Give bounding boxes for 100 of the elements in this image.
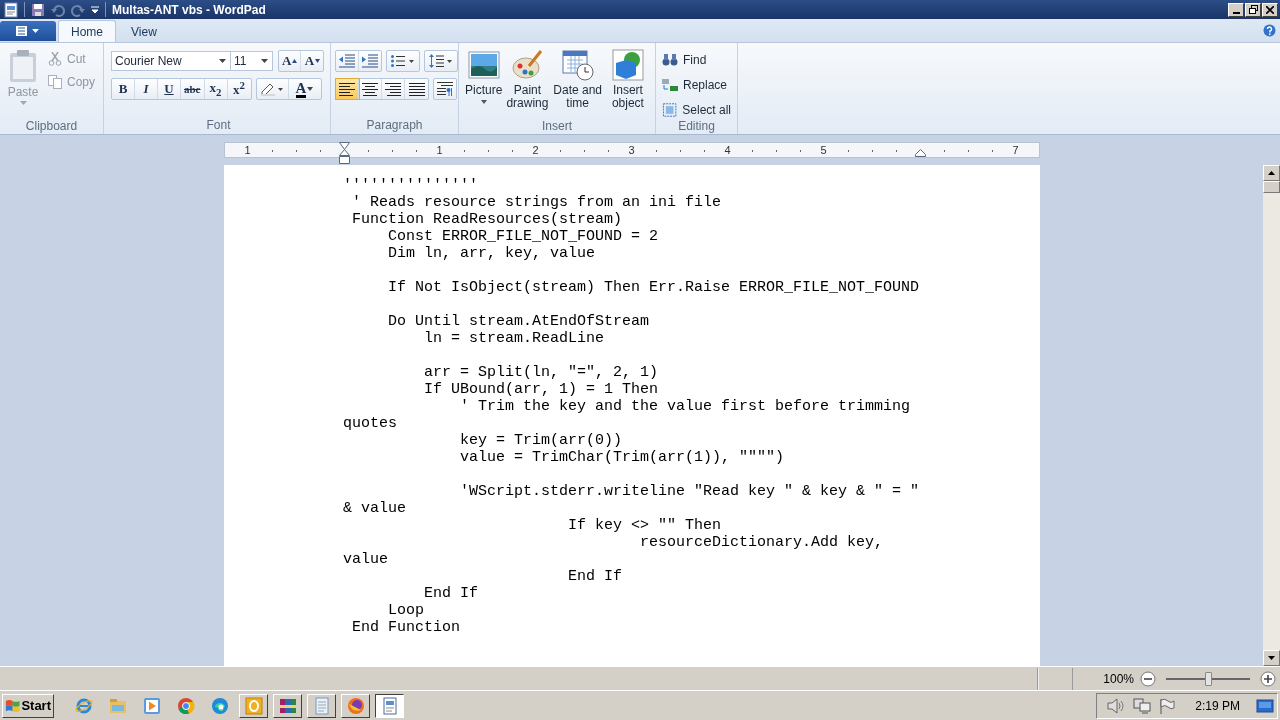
browser-icon: [74, 696, 93, 715]
clock: 2:19 PM: [1195, 698, 1240, 713]
notepad-icon: [312, 696, 331, 715]
vertical-scrollbar[interactable]: [1263, 165, 1280, 666]
code-line: quotes: [343, 415, 397, 432]
show-desktop-icon[interactable]: [1256, 697, 1274, 714]
browser-icon: [346, 696, 365, 715]
code-line: & value: [343, 500, 406, 517]
underline-button[interactable]: U: [158, 79, 181, 99]
subscript-button[interactable]: x$_{2}$: [204, 79, 228, 99]
insert-datetime-button[interactable]: Date and time: [550, 47, 605, 119]
code-line: ln = stream.ReadLine: [423, 330, 605, 347]
scissors-icon: [48, 51, 62, 66]
volume-icon[interactable]: [1107, 697, 1126, 714]
caret-icon: [19, 101, 27, 105]
restore-button[interactable]: [1245, 2, 1261, 17]
picture-icon: [467, 49, 500, 81]
edit-select-all-button[interactable]: Select all: [660, 100, 733, 119]
code-line: If Not IsObject(stream) Then Err.Raise ERROR_FILE_NOT_FOUND: [387, 279, 920, 296]
align-right-button[interactable]: [382, 79, 405, 99]
flag-icon[interactable]: [1159, 697, 1176, 714]
strikethrough-button[interactable]: abc: [181, 79, 205, 99]
close-icon: [1266, 5, 1274, 14]
code-line: ' Trim the key and the value first before trimming: [459, 398, 911, 415]
paragraph-icon: [437, 82, 453, 96]
font-family-dropdown[interactable]: Courier New: [111, 51, 231, 71]
clipboard-icon: [8, 49, 38, 83]
paragraph-button[interactable]: [434, 79, 456, 99]
group-label: Clipboard: [24, 119, 79, 134]
indent-marker[interactable]: [338, 142, 350, 164]
group-label: Editing: [677, 119, 716, 134]
insert-picture-button[interactable]: Picture: [463, 47, 505, 119]
insert-paint-button[interactable]: Paint drawing: [504, 47, 551, 119]
bullet-list-icon: [391, 55, 415, 67]
alignment-icon: [385, 82, 401, 96]
start-button[interactable]: Start: [2, 693, 54, 718]
outdent-icon: [339, 54, 355, 68]
scroll-down-icon[interactable]: [1268, 656, 1275, 660]
scroll-thumb[interactable]: [1263, 181, 1280, 193]
edit-find-button[interactable]: Find: [660, 50, 733, 69]
zoom-slider-thumb[interactable]: [1205, 671, 1212, 686]
ruler-number: 1: [242, 143, 253, 157]
document-page[interactable]: [224, 165, 1040, 666]
group-label: Insert: [541, 119, 573, 134]
code-line: End If: [423, 585, 479, 602]
document-icon[interactable]: [4, 1, 18, 18]
palette-icon: [511, 49, 544, 81]
code-line: If UBound(arr, 1) = 1 Then: [423, 381, 659, 398]
folder-icon: [108, 696, 127, 715]
ribbon-tab[interactable]: View: [118, 20, 170, 42]
align-left-button[interactable]: [336, 79, 359, 99]
superscript-button[interactable]: x$^{2}$: [227, 79, 251, 99]
calendar-icon: [561, 49, 594, 81]
taskbar-app-button[interactable]: [375, 693, 404, 718]
browser-icon: [210, 696, 229, 715]
close-button[interactable]: [1262, 2, 1278, 17]
redo-icon[interactable]: [71, 2, 85, 17]
code-line: value: [343, 551, 388, 568]
replace-icon: [662, 77, 678, 92]
binoculars-icon: [662, 52, 678, 67]
bold-button[interactable]: B: [112, 79, 135, 99]
code-line: Dim ln, arr, key, value: [387, 245, 596, 262]
down-triangle-icon: [315, 59, 321, 63]
code-line: Do Until stream.AtEndOfStream: [387, 313, 650, 330]
decrease-indent-button[interactable]: [336, 51, 359, 71]
network-icon[interactable]: [1133, 697, 1152, 714]
code-line: End Function: [351, 619, 461, 636]
insert-object-button[interactable]: Insert object: [604, 47, 651, 119]
caret-icon: [480, 100, 487, 104]
document-icon: [380, 696, 399, 715]
save-icon[interactable]: [31, 2, 45, 17]
increase-indent-button[interactable]: [359, 51, 381, 71]
edit-replace-button[interactable]: Replace: [660, 75, 733, 94]
grow-font-button[interactable]: A: [279, 51, 302, 71]
ribbon-tab[interactable]: Home: [58, 20, 116, 42]
help-icon[interactable]: [1263, 24, 1276, 37]
ruler-number: 3: [626, 143, 637, 157]
app-menu-button[interactable]: [0, 21, 56, 41]
zoom-out-icon[interactable]: [1140, 670, 1156, 687]
minimize-button[interactable]: [1228, 2, 1244, 17]
alignment-icon: [408, 82, 425, 96]
browser-icon: [176, 696, 195, 715]
code-line: ''''''''''''''': [343, 177, 479, 194]
caret-icon: [307, 87, 314, 91]
italic-button[interactable]: I: [135, 79, 158, 99]
font-size-dropdown[interactable]: 11: [231, 51, 273, 71]
undo-icon[interactable]: [51, 2, 65, 17]
select-all-icon: [662, 102, 678, 117]
ruler-number: 7: [1010, 143, 1021, 157]
play-icon: [142, 696, 161, 715]
customize-caret-icon[interactable]: [91, 5, 99, 14]
highlighter-icon: [260, 82, 284, 96]
shrink-font-button[interactable]: A: [301, 51, 324, 71]
right-indent-marker[interactable]: [914, 149, 926, 157]
align-center-button[interactable]: [359, 79, 382, 99]
zoom-in-icon[interactable]: [1260, 670, 1276, 687]
code-line: If key <> "" Then: [567, 517, 722, 534]
menu-icon: [15, 26, 41, 36]
alignment-icon: [339, 82, 355, 96]
scroll-up-icon[interactable]: [1268, 171, 1275, 175]
